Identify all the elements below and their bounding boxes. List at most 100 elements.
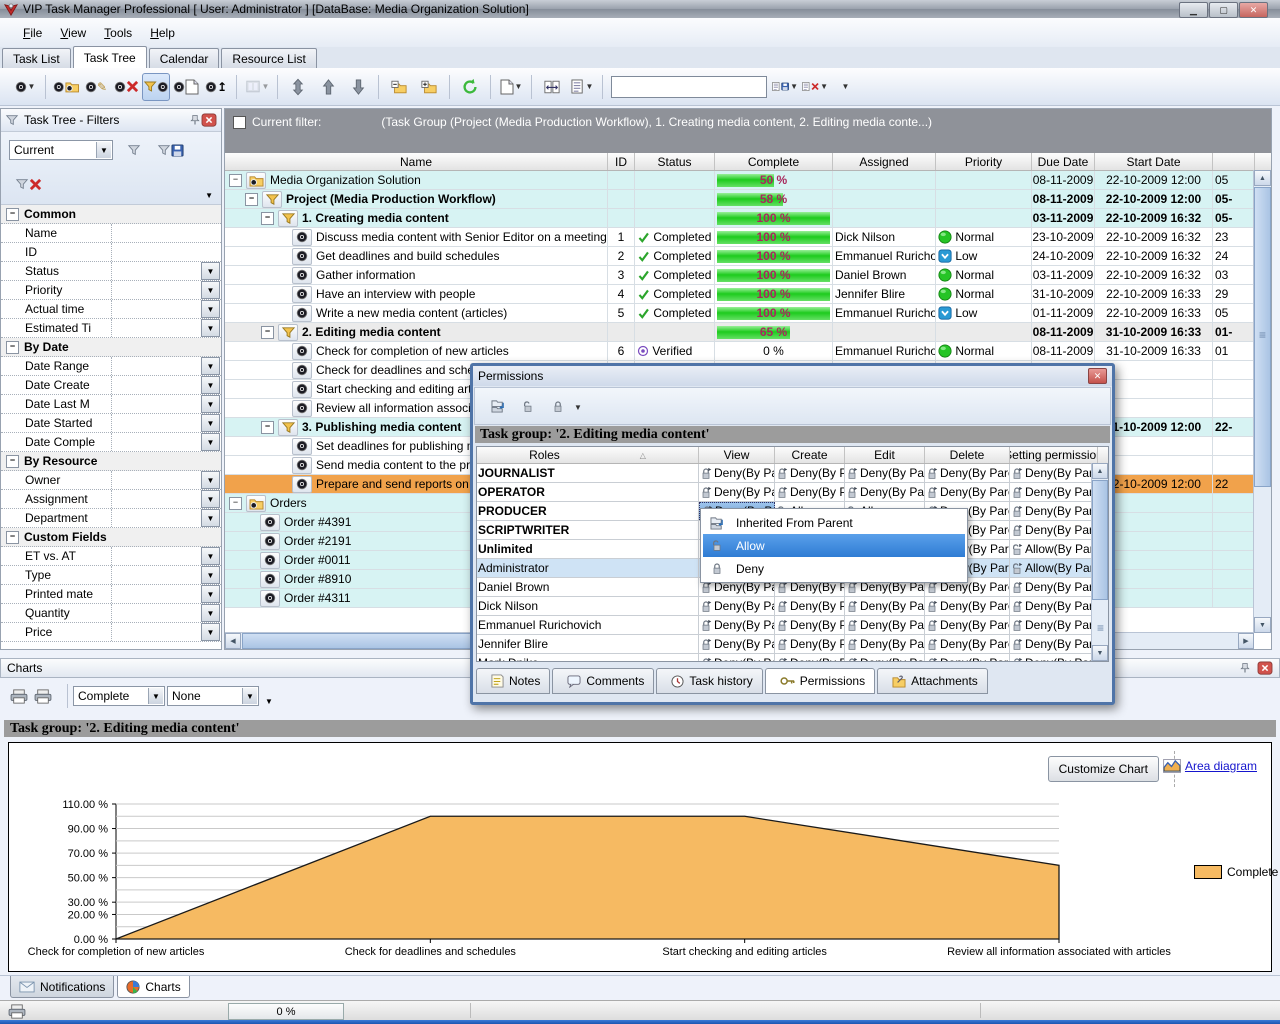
print-preview-icon[interactable] xyxy=(34,689,52,704)
tree-collapse-icon[interactable]: − xyxy=(261,212,274,225)
scroll-up-icon[interactable]: ▲ xyxy=(1254,170,1271,186)
filter-field-value[interactable] xyxy=(111,414,201,432)
column-header-id[interactable]: ID xyxy=(608,153,635,170)
perm-column-view[interactable]: View xyxy=(699,447,775,463)
duplicate-task-icon[interactable] xyxy=(172,73,200,101)
scrollbar-thumb[interactable] xyxy=(1092,480,1108,600)
permission-row[interactable]: Emmanuel RurichovichDeny(By Parent)Deny(… xyxy=(477,616,1108,635)
perm-value-cell[interactable]: Deny(By Parent) xyxy=(925,464,1010,482)
apply-filter-button[interactable] xyxy=(117,136,151,164)
maximize-button[interactable]: ▢ xyxy=(1209,2,1238,18)
perm-value-cell[interactable]: Deny(By Parent) xyxy=(845,654,925,662)
perm-value-cell[interactable]: Deny(By Parent) xyxy=(1010,654,1098,662)
filter-field-value[interactable] xyxy=(111,224,221,242)
filter-field-value[interactable] xyxy=(111,300,201,318)
filter-preset-combo[interactable]: Current ▼ xyxy=(9,140,113,160)
filter-field-value[interactable] xyxy=(111,623,201,641)
perm-value-cell[interactable]: Deny(By Parent) xyxy=(775,597,845,615)
save-filter-button[interactable] xyxy=(153,136,187,164)
chevron-down-icon[interactable]: ▼ xyxy=(201,319,220,337)
scrollbar-thumb[interactable] xyxy=(1254,187,1271,487)
tree-collapse-icon[interactable]: − xyxy=(261,326,274,339)
column-header-start[interactable]: Start Date xyxy=(1095,153,1213,170)
chevron-down-icon[interactable]: ▼ xyxy=(201,623,220,641)
toolbar-overflow-icon[interactable]: ▼ xyxy=(831,73,859,101)
move-up-icon[interactable] xyxy=(314,73,342,101)
filter-field-value[interactable] xyxy=(111,604,201,622)
dialog-close-button[interactable]: ✕ xyxy=(1088,368,1107,384)
perm-value-cell[interactable]: Deny(By Parent) xyxy=(699,616,775,634)
clear-filter-button[interactable] xyxy=(11,170,45,198)
expand-all-icon[interactable] xyxy=(415,73,443,101)
context-menu-item-allow[interactable]: Allow xyxy=(703,534,965,557)
pin-icon[interactable] xyxy=(189,114,201,126)
perm-value-cell[interactable]: Allow(By Parent) xyxy=(1010,559,1098,577)
chevron-down-icon[interactable]: ▼ xyxy=(201,433,220,451)
print-icon[interactable] xyxy=(10,689,28,704)
chevron-down-icon[interactable]: ▼ xyxy=(201,490,220,508)
menu-view[interactable]: View xyxy=(51,23,95,43)
task-row[interactable]: Discuss media content with Senior Editor… xyxy=(225,228,1271,247)
filter-tasks-icon[interactable] xyxy=(142,73,170,101)
filter-field-value[interactable] xyxy=(111,490,201,508)
perm-column-setting-permission[interactable]: Setting permission xyxy=(1010,447,1098,463)
chevron-down-icon[interactable]: ▼ xyxy=(201,281,220,299)
context-menu-item-deny[interactable]: Deny xyxy=(703,557,965,580)
chevron-down-icon[interactable]: ▼ xyxy=(201,300,220,318)
delete-layout-icon[interactable]: ▼ xyxy=(801,73,829,101)
dialog-tab-comments[interactable]: Comments xyxy=(552,668,654,694)
tree-collapse-icon[interactable]: − xyxy=(261,421,274,434)
column-header-name[interactable]: Name xyxy=(225,153,608,170)
chevron-down-icon[interactable]: ▼ xyxy=(573,399,582,413)
permission-row[interactable]: Dick NilsonDeny(By Parent)Deny(By Parent… xyxy=(477,597,1108,616)
permission-row[interactable]: Jennifer BlireDeny(By Parent)Deny(By Par… xyxy=(477,635,1108,654)
task-row[interactable]: Gather information3 Completed100 %Daniel… xyxy=(225,266,1271,285)
close-button[interactable]: ✕ xyxy=(1239,2,1268,18)
filter-field-value[interactable] xyxy=(111,547,201,565)
chevron-down-icon[interactable]: ▼ xyxy=(201,509,220,527)
allow-unlock-icon[interactable] xyxy=(514,392,542,420)
permission-row[interactable]: Mark DnikeDeny(By Parent)Deny(By Parent)… xyxy=(477,654,1108,662)
new-task-icon[interactable]: ▼ xyxy=(11,73,39,101)
perm-value-cell[interactable]: Deny(By Parent) xyxy=(775,483,845,501)
perm-value-cell[interactable]: Deny(By Parent) xyxy=(699,635,775,653)
task-row[interactable]: −2. Editing media content65 %08-11-20093… xyxy=(225,323,1271,342)
refresh-icon[interactable] xyxy=(456,73,484,101)
chevron-down-icon[interactable]: ▼ xyxy=(148,688,163,704)
scroll-down-icon[interactable]: ▼ xyxy=(1254,617,1271,633)
column-header-status[interactable]: Status xyxy=(635,153,715,170)
filter-field-value[interactable] xyxy=(111,243,221,261)
close-panel-button[interactable] xyxy=(201,113,217,127)
area-diagram-link[interactable]: Area diagram xyxy=(1159,759,1257,773)
delete-task-icon[interactable] xyxy=(112,73,140,101)
perm-value-cell[interactable]: Deny(By Parent) xyxy=(1010,616,1098,634)
filter-field-value[interactable] xyxy=(111,281,201,299)
perm-value-cell[interactable]: Deny(By Parent) xyxy=(845,635,925,653)
chevron-down-icon[interactable]: ▼ xyxy=(201,376,220,394)
perm-value-cell[interactable]: Deny(By Parent) xyxy=(1010,635,1098,653)
chevron-down-icon[interactable]: ▼ xyxy=(201,547,220,565)
tree-collapse-icon[interactable]: − xyxy=(229,497,242,510)
task-row[interactable]: Get deadlines and build schedules2 Compl… xyxy=(225,247,1271,266)
context-menu-item-inherited-from-parent[interactable]: Inherited From Parent xyxy=(703,511,965,534)
collapse-icon[interactable]: − xyxy=(6,208,19,221)
deny-lock-icon[interactable] xyxy=(544,392,572,420)
add-subtask-icon[interactable] xyxy=(52,73,80,101)
filter-field-value[interactable] xyxy=(111,471,201,489)
chevron-down-icon[interactable]: ▼ xyxy=(201,395,220,413)
perm-value-cell[interactable]: Deny(By Parent) xyxy=(699,483,775,501)
column-header-priority[interactable]: Priority xyxy=(936,153,1032,170)
filter-field-value[interactable] xyxy=(111,395,201,413)
vertical-scrollbar[interactable]: ▲ ▼ xyxy=(1253,170,1271,633)
perm-value-cell[interactable]: Deny(By Parent) xyxy=(775,654,845,662)
perm-value-cell[interactable]: Deny(By Parent) xyxy=(699,464,775,482)
perm-value-cell[interactable]: Deny(By Parent) xyxy=(925,616,1010,634)
chart-series-combo[interactable]: Complete ▼ xyxy=(73,686,165,706)
tab-task-list[interactable]: Task List xyxy=(2,48,71,68)
chevron-down-icon[interactable]: ▼ xyxy=(201,262,220,280)
edit-task-icon[interactable]: ✎ xyxy=(82,73,110,101)
task-row[interactable]: Check for completion of new articles6 Ve… xyxy=(225,342,1271,361)
layout-list-icon[interactable]: ▼ xyxy=(568,73,596,101)
dialog-tab-task-history[interactable]: Task history xyxy=(656,668,762,694)
customize-chart-button[interactable]: Customize Chart xyxy=(1048,756,1159,782)
